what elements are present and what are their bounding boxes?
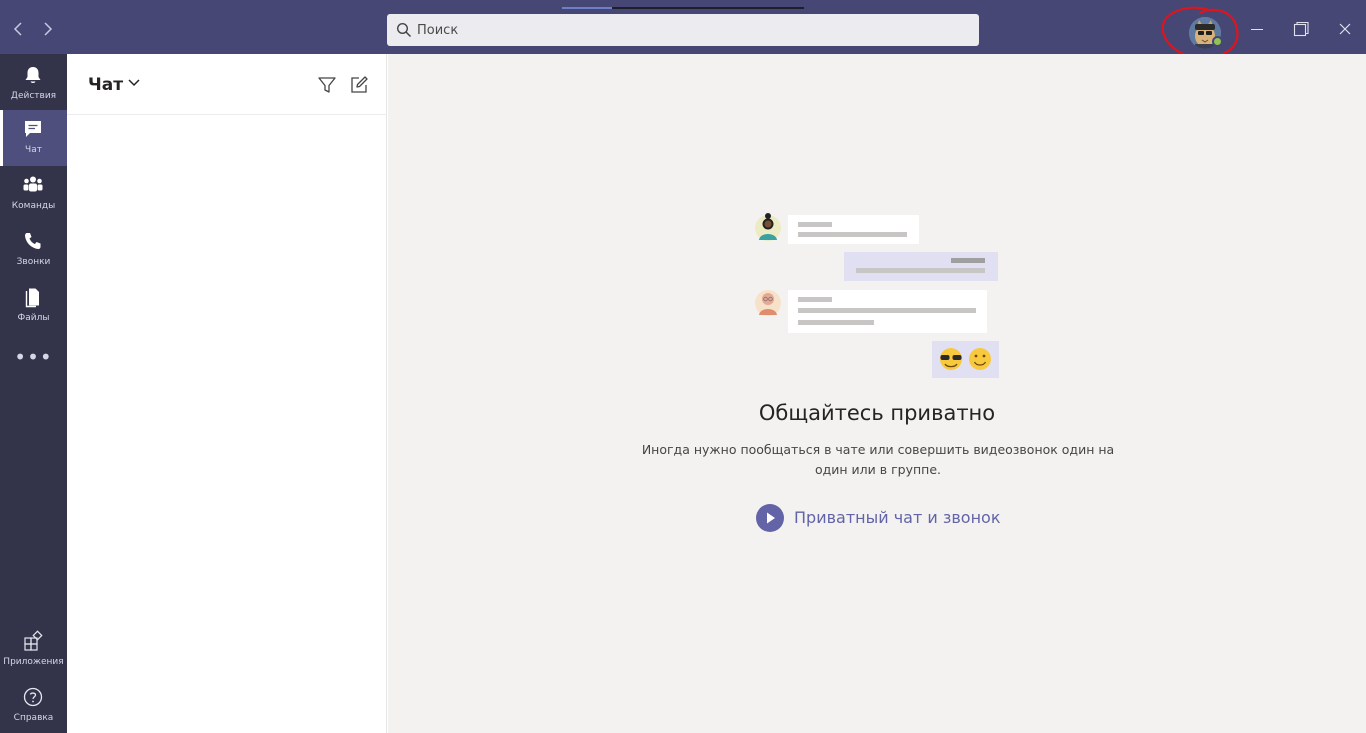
smile-emoji-icon (969, 348, 991, 370)
minimize-button[interactable] (1243, 14, 1271, 44)
private-chat-call-label: Приватный чат и звонок (794, 508, 1001, 527)
title-bar-accent-strip (562, 7, 612, 9)
files-icon (25, 288, 39, 308)
empty-state-description: Иногда нужно пообщаться в чате или совер… (641, 442, 1115, 477)
rail-label-help: Справка (13, 713, 54, 723)
person-avatar-2-icon (755, 290, 781, 316)
rail-item-apps[interactable]: Приложения (0, 622, 67, 678)
profile-area (1160, 3, 1240, 61)
close-icon (1339, 23, 1351, 35)
rail-label-files: Файлы (17, 313, 50, 323)
emoji-reaction-bubble (932, 341, 999, 378)
help-icon (23, 687, 43, 707)
cool-emoji-icon (940, 348, 991, 370)
rail-label-teams: Команды (11, 201, 56, 211)
apps-icon (24, 630, 43, 651)
message-bubble-1 (788, 215, 919, 244)
app-rail: Действия Чат Команды Звонки Файлы ••• Пр… (0, 54, 67, 733)
message-bubble-2 (788, 290, 987, 333)
rail-label-activity: Действия (10, 91, 57, 101)
rail-item-chat[interactable]: Чат (0, 110, 67, 166)
rail-item-activity[interactable]: Действия (0, 56, 67, 112)
main-content: Общайтесь приватно Иногда нужно пообщать… (388, 54, 1366, 733)
teams-icon (23, 176, 43, 192)
filter-icon[interactable] (316, 74, 338, 96)
play-icon (756, 504, 784, 532)
chat-icon (25, 121, 41, 137)
chevron-right-icon (44, 22, 53, 36)
maximize-icon (1293, 21, 1309, 37)
rail-item-calls[interactable]: Звонки (0, 222, 67, 278)
rail-item-teams[interactable]: Команды (0, 166, 67, 222)
rail-label-calls: Звонки (16, 257, 51, 267)
message-bubble-own (844, 252, 998, 281)
bell-icon (25, 67, 41, 83)
new-chat-icon[interactable] (348, 74, 370, 96)
minimize-icon (1251, 29, 1263, 30)
empty-state-title: Общайтесь приватно (758, 401, 996, 425)
rail-label-chat: Чат (25, 145, 42, 155)
title-bar (0, 0, 1366, 60)
title-bar-dark-strip (612, 7, 804, 9)
search-input[interactable] (417, 14, 967, 46)
phone-icon (25, 233, 41, 249)
close-button[interactable] (1331, 14, 1359, 44)
chevron-left-icon (13, 22, 22, 36)
forward-button[interactable] (37, 16, 57, 42)
search-icon (396, 22, 412, 38)
chat-illustration (755, 213, 998, 333)
chevron-down-icon[interactable] (128, 79, 140, 87)
person-avatar-1-icon (755, 213, 781, 241)
chat-list-pane: Чат (67, 54, 387, 733)
maximize-button[interactable] (1287, 14, 1315, 44)
more-apps-button[interactable]: ••• (0, 347, 67, 378)
red-circle-annotation (1161, 6, 1239, 60)
rail-item-files[interactable]: Файлы (0, 278, 67, 334)
chat-list-header: Чат (67, 54, 387, 115)
chat-list-title[interactable]: Чат (88, 75, 123, 95)
back-button[interactable] (9, 16, 29, 42)
rail-label-apps: Приложения (3, 657, 64, 667)
rail-item-help[interactable]: Справка (0, 678, 67, 733)
search-box[interactable] (387, 14, 979, 46)
